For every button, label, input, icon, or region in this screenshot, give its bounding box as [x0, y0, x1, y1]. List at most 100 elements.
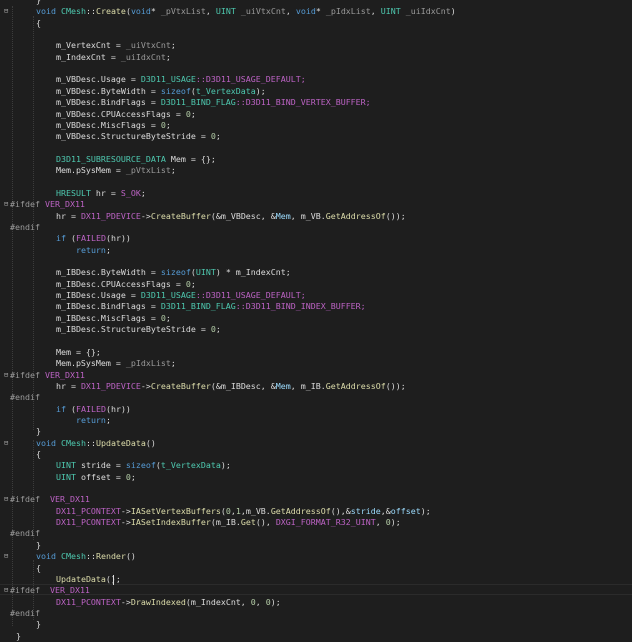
code-line[interactable]: if (FAILED(hr)): [0, 404, 632, 415]
code-line[interactable]: {: [0, 18, 632, 29]
code-line[interactable]: D3D11_SUBRESOURCE_DATA Mem = {};: [0, 154, 632, 165]
code-token: VER_DX11: [44, 199, 85, 210]
code-line[interactable]: UINT stride = sizeof(t_VertexData);: [0, 460, 632, 471]
code-token: m_IBDesc.StructureByteStride =: [16, 324, 211, 335]
fold-toggle-icon[interactable]: ⊟: [4, 552, 11, 561]
code-line[interactable]: [0, 256, 632, 267]
code-line[interactable]: ⊟ #ifdef VER_DX11: [0, 494, 632, 505]
code-text: HRESULT hr = S_OK;: [16, 188, 146, 199]
code-line[interactable]: }: [0, 631, 632, 642]
code-token: UINT: [55, 471, 76, 482]
code-token: ): [450, 6, 456, 17]
code-text: void CMesh::Create(void* _pVtxList, UINT…: [16, 6, 456, 17]
code-line[interactable]: [0, 143, 632, 154]
code-token: #endif: [10, 607, 40, 618]
code-line[interactable]: DX11_PCONTEXT->IASetIndexBuffer(m_IB.Get…: [0, 517, 632, 528]
code-line[interactable]: return;: [0, 415, 632, 426]
code-line[interactable]: }: [0, 0, 632, 6]
code-line[interactable]: m_IBDesc.MiscFlags = 0;: [0, 313, 632, 324]
code-token: m_VBDesc.CPUAccessFlags =: [16, 108, 186, 119]
code-token: ());: [385, 210, 406, 221]
code-token: }: [16, 619, 41, 630]
code-token: {: [16, 449, 41, 459]
code-line[interactable]: ⊟ #ifdef VER_DX11: [0, 585, 632, 596]
code-line[interactable]: m_VertexCnt = _uiVtxCnt;: [0, 40, 632, 51]
code-line[interactable]: #endif: [0, 528, 632, 539]
code-token: ;: [190, 108, 196, 119]
code-token: S_OK: [120, 187, 141, 198]
code-line[interactable]: UINT offset = 0;: [0, 472, 632, 483]
code-line[interactable]: DX11_PCONTEXT->IASetVertexBuffers(0,1,m_…: [0, 506, 632, 517]
code-line[interactable]: m_VBDesc.MiscFlags = 0;: [0, 120, 632, 131]
code-line[interactable]: #endif: [0, 608, 632, 619]
code-line[interactable]: m_IndexCnt = _uiIdxCnt;: [0, 52, 632, 63]
code-token: VER_DX11: [44, 369, 85, 380]
code-token: );: [220, 460, 231, 471]
code-text: m_IBDesc.Usage = D3D11_USAGE::D3D11_USAG…: [16, 290, 306, 301]
code-line[interactable]: {: [0, 449, 632, 460]
code-token: ,: [375, 517, 386, 528]
code-token: D3D11_USAGE: [140, 74, 196, 85]
code-line[interactable]: Mem = {};: [0, 347, 632, 358]
code-line[interactable]: if (FAILED(hr)): [0, 233, 632, 244]
code-line[interactable]: [0, 29, 632, 40]
code-line[interactable]: [0, 63, 632, 74]
code-token: _uiVtxCnt: [125, 40, 171, 51]
fold-toggle-icon[interactable]: ⊟: [4, 439, 11, 448]
code-line[interactable]: m_IBDesc.ByteWidth = sizeof(UINT) * m_In…: [0, 267, 632, 278]
code-line[interactable]: ⊟ #ifdef VER_DX11: [0, 370, 632, 381]
code-line[interactable]: Mem.pSysMem = _pIdxList;: [0, 358, 632, 369]
code-token: ,m_VB.: [240, 505, 271, 516]
code-line[interactable]: ⊟ void CMesh::Render(): [0, 551, 632, 562]
fold-toggle-icon[interactable]: ⊟: [4, 7, 11, 16]
code-token: m_VBDesc.Usage =: [16, 74, 141, 85]
code-text: Mem = {};: [16, 347, 101, 358]
code-line[interactable]: hr = DX11_PDEVICE->CreateBuffer(&m_VBDes…: [0, 211, 632, 222]
code-line[interactable]: [0, 177, 632, 188]
code-token: #ifdef: [10, 585, 50, 596]
code-token: stride =: [75, 460, 126, 471]
code-token: UpdateData: [95, 437, 146, 448]
code-token: (),: [255, 517, 276, 528]
code-line[interactable]: [0, 483, 632, 494]
code-line[interactable]: #endif: [0, 222, 632, 233]
code-line[interactable]: m_VBDesc.ByteWidth = sizeof(t_VertexData…: [0, 86, 632, 97]
code-line[interactable]: [0, 336, 632, 347]
code-line[interactable]: m_VBDesc.StructureByteStride = 0;: [0, 131, 632, 142]
code-token: ::: [85, 437, 96, 448]
code-token: ;: [140, 187, 146, 198]
code-line[interactable]: m_IBDesc.Usage = D3D11_USAGE::D3D11_USAG…: [0, 290, 632, 301]
code-token: GetAddressOf: [270, 505, 331, 516]
code-text: if (FAILED(hr)): [16, 404, 131, 415]
code-line[interactable]: {: [0, 563, 632, 574]
code-text: #ifdef VER_DX11: [10, 370, 85, 381]
code-text: Mem.pSysMem = _pIdxList;: [16, 358, 176, 369]
code-line[interactable]: m_VBDesc.Usage = D3D11_USAGE::D3D11_USAG…: [0, 74, 632, 85]
code-line[interactable]: ⊟ #ifdef VER_DX11: [0, 199, 632, 210]
code-line[interactable]: Mem.pSysMem = _pVtxList;: [0, 165, 632, 176]
code-line[interactable]: m_IBDesc.StructureByteStride = 0;: [0, 324, 632, 335]
code-line[interactable]: hr = DX11_PDEVICE->CreateBuffer(&m_IBDes…: [0, 381, 632, 392]
code-line[interactable]: return;: [0, 245, 632, 256]
code-line[interactable]: ⊟ void CMesh::UpdateData(): [0, 438, 632, 449]
code-text: m_VBDesc.CPUAccessFlags = 0;: [16, 109, 196, 120]
code-text: void CMesh::UpdateData(): [16, 438, 156, 449]
code-line[interactable]: }: [0, 426, 632, 437]
code-line[interactable]: m_IBDesc.BindFlags = D3D11_BIND_FLAG::D3…: [0, 301, 632, 312]
code-line[interactable]: #endif: [0, 392, 632, 403]
code-line[interactable]: m_VBDesc.BindFlags = D3D11_BIND_FLAG::D3…: [0, 97, 632, 108]
code-line[interactable]: ⊟ void CMesh::Create(void* _pVtxList, UI…: [0, 6, 632, 17]
code-line[interactable]: HRESULT hr = S_OK;: [0, 188, 632, 199]
code-line[interactable]: UpdateData();: [0, 574, 632, 585]
code-line[interactable]: m_IBDesc.CPUAccessFlags = 0;: [0, 279, 632, 290]
code-token: _uiIdxCnt: [120, 51, 166, 62]
code-line[interactable]: }: [0, 619, 632, 630]
code-line[interactable]: m_VBDesc.CPUAccessFlags = 0;: [0, 109, 632, 120]
code-editor[interactable]: } ⊟ void CMesh::Create(void* _pVtxList, U…: [0, 0, 632, 641]
code-line[interactable]: }: [0, 540, 632, 551]
code-line[interactable]: DX11_PCONTEXT->DrawIndexed(m_IndexCnt, 0…: [0, 597, 632, 608]
code-token: _pIdxList: [125, 358, 171, 369]
